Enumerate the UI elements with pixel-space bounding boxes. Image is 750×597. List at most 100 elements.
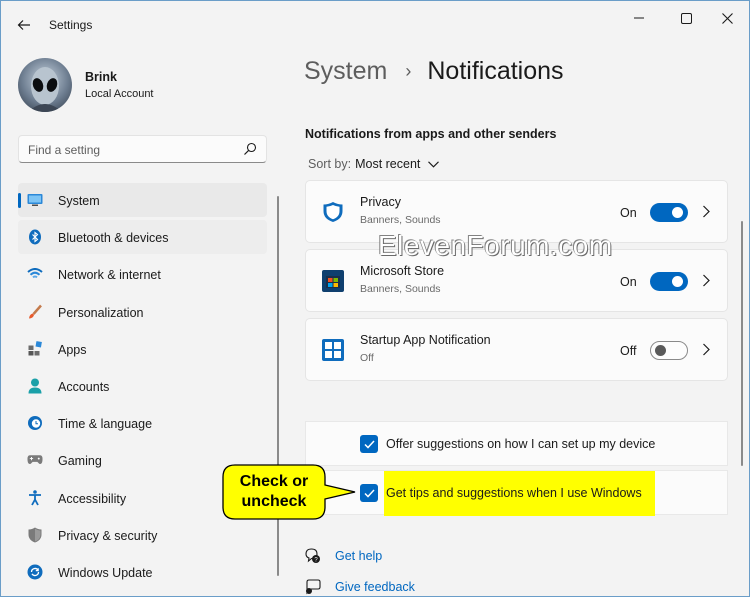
chevron-down-icon [428,160,440,168]
give-feedback-label: Give feedback [335,580,415,594]
sort-value: Most recent [355,157,421,171]
sidebar-item-time-language[interactable]: Time & language [18,406,267,440]
sidebar-item-personalization[interactable]: Personalization [18,295,267,329]
sidebar-item-system[interactable]: System [18,183,267,217]
sidebar-item-label: Network & internet [58,268,161,283]
breadcrumb: System › Notifications [304,57,564,86]
sidebar-item-label: Personalization [58,305,144,320]
back-arrow-icon [17,20,30,30]
toggle-state-text: On [620,206,637,220]
chevron-right-icon[interactable] [702,205,710,218]
user-name: Brink [85,70,117,84]
notification-toggle[interactable] [650,272,688,291]
minimize-button[interactable] [619,6,659,30]
app-card-startup-app-notification[interactable]: Startup App Notification Off Off [305,318,728,381]
close-button[interactable] [707,6,747,30]
account-type: Local Account [85,88,154,100]
accessibility-icon [27,489,43,506]
offer-suggestions-label: Offer suggestions on how I can set up my… [386,437,656,451]
checkmark-icon [363,439,375,449]
update-icon [27,564,43,580]
offer-suggestions-row[interactable]: Offer suggestions on how I can set up my… [305,421,728,466]
toggle-knob [672,207,683,218]
clock-globe-icon [27,415,43,431]
checkmark-icon [363,488,375,498]
tips-suggestions-label: Get tips and suggestions when I use Wind… [386,486,642,500]
chevron-right-icon[interactable] [702,274,710,287]
app-name: Privacy [360,195,401,209]
sidebar-item-label: Bluetooth & devices [58,231,169,246]
store-icon [322,270,344,292]
wifi-icon [27,266,43,282]
help-icon: ? [305,548,320,564]
breadcrumb-separator: › [405,61,412,81]
maximize-icon [680,12,692,24]
app-subtitle: Banners, Sounds [360,283,441,295]
sidebar-item-label: Gaming [58,454,102,469]
get-help-label: Get help [335,549,383,563]
callout-text: Check or uncheck [221,463,327,521]
minimize-icon [634,17,644,19]
callout-line-2: uncheck [241,493,307,510]
sidebar-item-apps[interactable]: Apps [18,332,267,366]
toggle-knob [672,276,683,287]
sidebar-item-label: Windows Update [58,565,153,580]
person-icon [27,378,43,394]
tips-suggestions-content: Get tips and suggestions when I use Wind… [305,470,728,515]
bluetooth-icon [27,229,43,245]
breadcrumb-parent[interactable]: System [304,57,387,86]
content-scrollbar[interactable] [741,221,743,466]
sidebar-item-bluetooth[interactable]: Bluetooth & devices [18,220,267,255]
app-subtitle: Banners, Sounds [360,214,441,226]
privacy-shield-icon [323,202,343,222]
brush-icon [27,304,43,320]
toggle-knob [655,345,666,356]
sidebar-item-accounts[interactable]: Accounts [18,369,267,403]
toggle-state-text: On [620,275,637,289]
toggle-state-text: Off [620,344,637,358]
sidebar-item-network[interactable]: Network & internet [18,257,267,291]
gamepad-icon [27,452,43,468]
feedback-icon [306,579,321,595]
sidebar-item-windows-update[interactable]: Windows Update [18,555,267,589]
back-button[interactable] [11,13,37,37]
sidebar-item-label: Privacy & security [58,528,158,543]
sidebar-item-label: Apps [58,342,87,357]
give-feedback-link[interactable]: Give feedback [304,579,415,595]
app-name: Startup App Notification [360,333,491,347]
active-indicator [18,193,21,208]
sidebar-nav: System Bluetooth & devices Network & int… [18,183,267,592]
page-title: Notifications [427,57,564,85]
sort-dropdown[interactable]: Sort by: Most recent [308,157,440,171]
notification-toggle[interactable] [650,203,688,222]
app-name: Microsoft Store [360,264,445,278]
apps-icon [27,341,43,357]
avatar[interactable] [18,58,72,112]
notification-toggle[interactable] [650,341,688,360]
settings-window: Settings Brink Local Account Find a sett… [0,0,750,597]
sidebar-item-label: Accounts [58,379,110,394]
sidebar-item-label: System [58,194,100,208]
sidebar-item-label: Time & language [58,417,153,432]
tips-suggestions-checkbox[interactable] [360,484,378,502]
close-icon [721,12,733,24]
shield-icon [27,527,43,543]
sort-label: Sort by: [308,157,352,171]
alien-avatar-icon [28,67,62,112]
offer-suggestions-checkbox[interactable] [360,435,378,453]
callout-line-1: Check or [239,473,309,490]
window-title: Settings [49,18,93,32]
section-title: Notifications from apps and other sender… [305,127,557,141]
startup-app-icon [322,339,344,361]
maximize-button[interactable] [666,6,706,30]
system-icon [27,192,43,208]
search-input[interactable]: Find a setting [28,143,100,157]
chevron-right-icon[interactable] [702,343,710,356]
sidebar-item-label: Accessibility [58,491,127,506]
search-icon[interactable] [243,142,257,156]
search-box[interactable]: Find a setting [18,135,267,163]
watermark: ElevenForum.com [378,230,613,261]
title-bar: Settings [1,1,749,47]
app-subtitle: Off [360,352,374,364]
get-help-link[interactable]: ? Get help [304,548,382,564]
